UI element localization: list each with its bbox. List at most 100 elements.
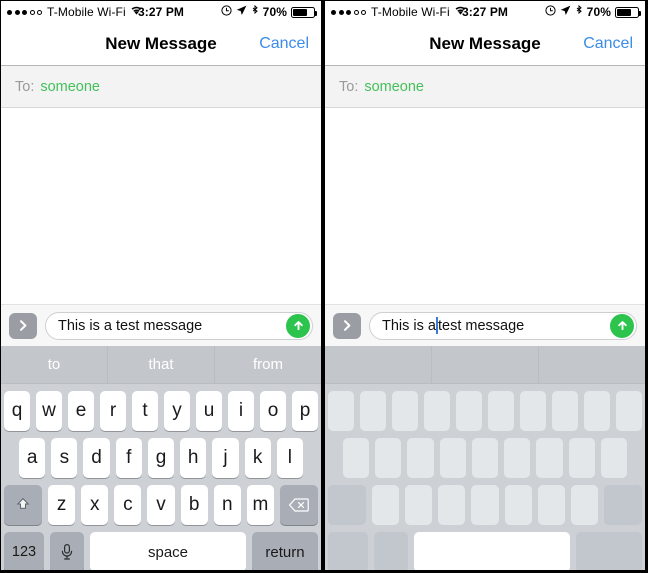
key-v[interactable]: v	[147, 485, 175, 525]
key-u[interactable]: u	[196, 391, 222, 431]
alarm-icon	[545, 5, 556, 19]
status-bar: T-Mobile Wi-Fi 3:27 PM 70%	[1, 1, 321, 23]
key-k[interactable]: k	[244, 438, 271, 478]
key-w[interactable]: w	[36, 391, 62, 431]
keyboard-row-4: 123 space return	[1, 532, 321, 570]
key-p[interactable]	[616, 391, 642, 431]
shift-key[interactable]	[4, 485, 42, 525]
prediction-1[interactable]: that	[107, 346, 214, 383]
return-key[interactable]: return	[252, 532, 318, 570]
key-a[interactable]: a	[19, 438, 46, 478]
cancel-button[interactable]: Cancel	[583, 35, 633, 53]
wifi-icon	[130, 5, 143, 19]
prediction-0[interactable]: to	[1, 346, 107, 383]
key-k[interactable]	[568, 438, 595, 478]
key-j[interactable]	[536, 438, 563, 478]
predictive-text-bar[interactable]: to that from	[1, 346, 321, 384]
numbers-key[interactable]	[328, 532, 368, 570]
key-w[interactable]	[360, 391, 386, 431]
recipient-field[interactable]: To: someone	[325, 66, 645, 108]
key-x[interactable]: x	[81, 485, 109, 525]
prediction-1[interactable]	[431, 346, 538, 383]
key-o[interactable]	[584, 391, 610, 431]
key-t[interactable]: t	[132, 391, 158, 431]
alarm-icon	[221, 5, 232, 19]
message-text-value: This is a test message	[58, 317, 203, 334]
key-i[interactable]: i	[228, 391, 254, 431]
cancel-button[interactable]: Cancel	[259, 35, 309, 53]
key-e[interactable]: e	[68, 391, 94, 431]
key-z[interactable]: z	[48, 485, 76, 525]
key-g[interactable]: g	[147, 438, 175, 478]
space-key[interactable]	[414, 532, 570, 570]
key-f[interactable]	[439, 438, 466, 478]
onscreen-keyboard[interactable]	[325, 346, 645, 570]
microphone-key[interactable]	[50, 532, 84, 570]
key-c[interactable]: c	[114, 485, 142, 525]
key-g[interactable]	[471, 438, 499, 478]
onscreen-keyboard[interactable]: to that from q w e r t y u i o p a s d f	[1, 346, 321, 570]
prediction-2[interactable]: from	[214, 346, 321, 383]
send-button[interactable]	[286, 313, 310, 338]
key-q[interactable]: q	[4, 391, 30, 431]
backspace-key[interactable]	[603, 485, 642, 525]
backspace-key[interactable]	[279, 485, 318, 525]
key-z[interactable]	[372, 485, 400, 525]
recipient-value[interactable]: someone	[364, 79, 424, 95]
numbers-key[interactable]: 123	[4, 532, 44, 570]
key-r[interactable]: r	[100, 391, 126, 431]
recipient-field[interactable]: To: someone	[1, 66, 321, 108]
key-b[interactable]: b	[180, 485, 208, 525]
location-arrow-icon	[560, 5, 571, 19]
key-t[interactable]	[456, 391, 482, 431]
chevron-right-icon[interactable]	[9, 312, 37, 339]
key-y[interactable]	[488, 391, 514, 431]
key-h[interactable]: h	[180, 438, 207, 478]
key-y[interactable]: y	[164, 391, 190, 431]
side-by-side-screenshot: T-Mobile Wi-Fi 3:27 PM 70% New Message C…	[0, 0, 648, 573]
key-d[interactable]: d	[83, 438, 110, 478]
key-p[interactable]: p	[292, 391, 318, 431]
key-d[interactable]	[407, 438, 434, 478]
key-c[interactable]	[438, 485, 466, 525]
key-f[interactable]: f	[115, 438, 142, 478]
key-j[interactable]: j	[212, 438, 239, 478]
key-r[interactable]	[424, 391, 450, 431]
key-s[interactable]: s	[51, 438, 78, 478]
recipient-value[interactable]: someone	[40, 79, 100, 95]
microphone-key[interactable]	[374, 532, 408, 570]
chevron-right-icon[interactable]	[333, 312, 361, 339]
to-label: To:	[339, 78, 359, 95]
key-e[interactable]	[392, 391, 418, 431]
message-text-input[interactable]: This is a test message	[369, 311, 637, 340]
key-m[interactable]: m	[246, 485, 274, 525]
prediction-2[interactable]	[538, 346, 645, 383]
shift-key[interactable]	[328, 485, 366, 525]
message-input-bar: This is a test message	[325, 304, 645, 346]
key-u[interactable]	[520, 391, 546, 431]
key-l[interactable]	[600, 438, 627, 478]
keyboard-row-3: z x c v b n m	[1, 485, 321, 525]
send-button[interactable]	[610, 313, 634, 338]
wifi-icon	[454, 5, 467, 19]
key-n[interactable]	[537, 485, 565, 525]
nav-bar: New Message Cancel	[1, 23, 321, 66]
key-x[interactable]	[405, 485, 433, 525]
prediction-0[interactable]	[325, 346, 431, 383]
key-q[interactable]	[328, 391, 354, 431]
key-o[interactable]: o	[260, 391, 286, 431]
space-key[interactable]: space	[90, 532, 246, 570]
message-text-input[interactable]: This is a test message	[45, 311, 313, 340]
key-v[interactable]	[471, 485, 499, 525]
key-b[interactable]	[504, 485, 532, 525]
key-n[interactable]: n	[213, 485, 241, 525]
key-s[interactable]	[375, 438, 402, 478]
key-m[interactable]	[570, 485, 598, 525]
predictive-text-bar[interactable]	[325, 346, 645, 384]
key-a[interactable]	[343, 438, 370, 478]
key-h[interactable]	[504, 438, 531, 478]
return-key[interactable]	[576, 532, 642, 570]
key-i[interactable]	[552, 391, 578, 431]
key-l[interactable]: l	[276, 438, 303, 478]
conversation-area	[1, 108, 321, 304]
